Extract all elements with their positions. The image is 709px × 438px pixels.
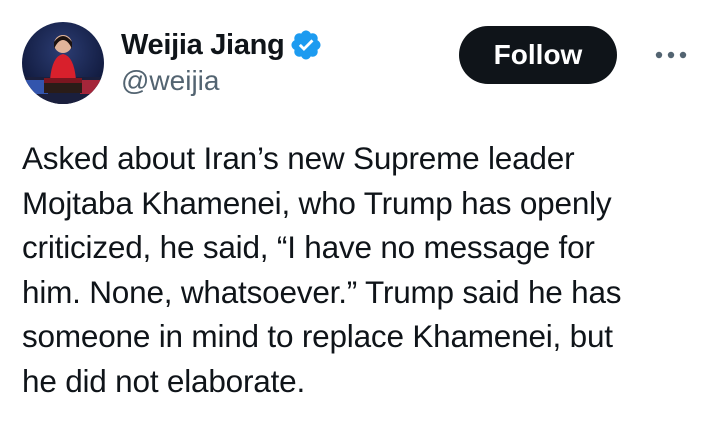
- more-horizontal-icon: [655, 51, 687, 59]
- handle[interactable]: @weijia: [121, 64, 323, 98]
- tweet-text-line: Mojtaba Khamenei, who Trump has openly: [22, 184, 612, 221]
- display-name[interactable]: Weijia Jiang: [121, 28, 285, 62]
- follow-button[interactable]: Follow: [459, 26, 617, 84]
- tweet-text-line: someone in mind to replace Khamenei, but: [22, 318, 613, 354]
- avatar[interactable]: [22, 22, 104, 104]
- tweet-text-line: him. None, whatsoever.” Trump said he ha…: [22, 273, 622, 310]
- author-info: Weijia Jiang @weijia: [121, 28, 323, 98]
- tweet-card: Weijia Jiang @weijia Follow Asked about …: [0, 0, 709, 438]
- tweet-text: Asked about Iran’s new Supreme leader Mo…: [22, 136, 702, 403]
- more-options-button[interactable]: [651, 40, 691, 70]
- name-row: Weijia Jiang: [121, 28, 323, 62]
- tweet-text-line: Asked about Iran’s new Supreme leader: [22, 140, 575, 176]
- tweet-text-line: he did not elaborate.: [22, 362, 306, 399]
- avatar-image: [22, 22, 104, 104]
- verified-badge-icon: [289, 28, 323, 62]
- tweet-text-line: criticized, he said, “I have no message …: [22, 229, 595, 265]
